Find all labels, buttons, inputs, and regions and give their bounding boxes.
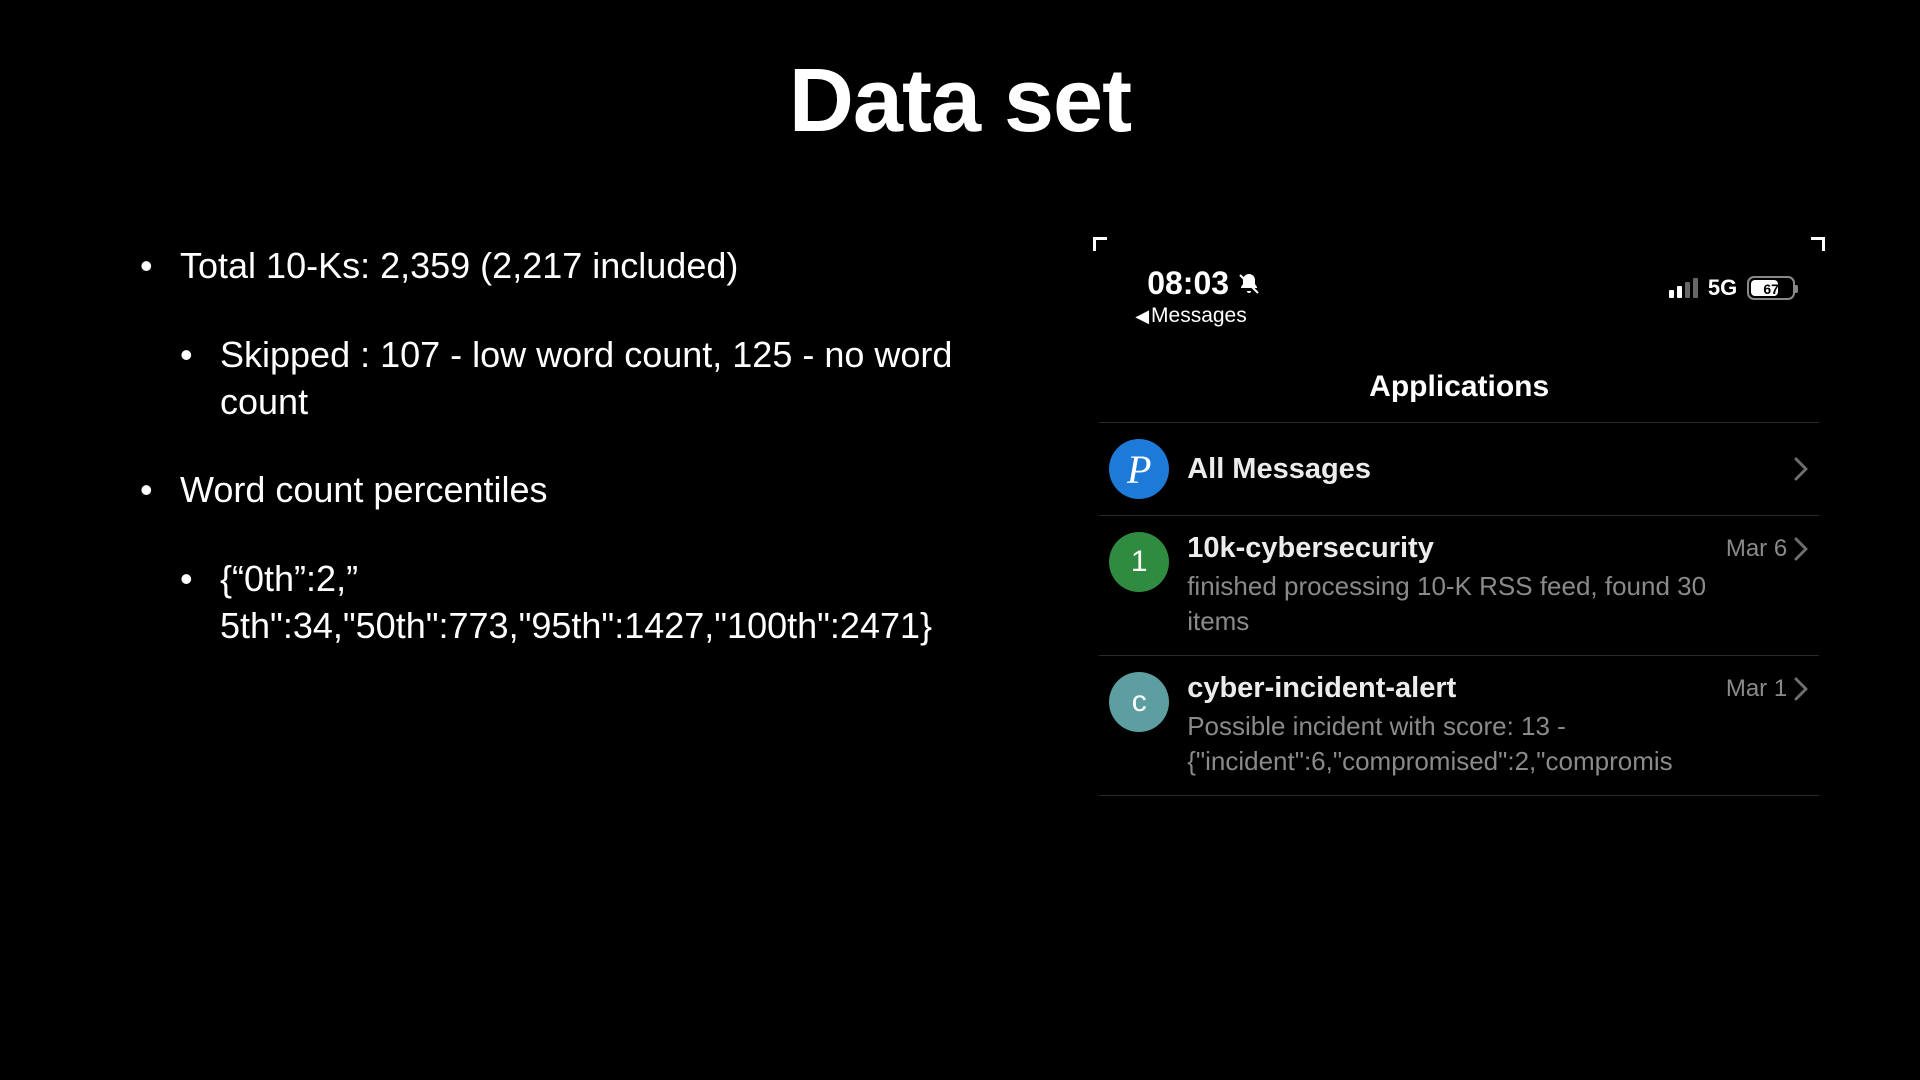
avatar: c <box>1109 672 1169 732</box>
row-body: All Messages <box>1187 453 1809 486</box>
slide: Data set Total 10-Ks: 2,359 (2,217 inclu… <box>0 0 1920 1080</box>
crop-corner <box>1093 237 1107 251</box>
row-date: Mar 6 <box>1726 535 1787 563</box>
chevron-right-icon <box>1793 536 1809 562</box>
left-column: Total 10-Ks: 2,359 (2,217 included) Skip… <box>0 243 998 796</box>
bullet-item: Word count percentiles {“0th”:2,” 5th":3… <box>140 467 958 649</box>
list-item-all-messages[interactable]: P All Messages <box>1099 423 1819 515</box>
row-title: cyber-incident-alert <box>1187 672 1456 705</box>
phone-screenshot: 08:03 ◀ Messages 5G <box>1099 243 1819 796</box>
row-subtitle: Possible incident with score: 13 - {"inc… <box>1187 709 1767 779</box>
row-meta <box>1793 456 1809 482</box>
slide-title: Data set <box>0 0 1920 153</box>
list-item[interactable]: 1 10k-cybersecurity Mar 6 finished pro <box>1099 516 1819 655</box>
row-subtitle: finished processing 10-K RSS feed, found… <box>1187 569 1767 639</box>
bullet-sublist: {“0th”:2,” 5th":34,"50th":773,"95th":142… <box>180 556 958 650</box>
back-triangle-icon: ◀ <box>1135 306 1149 327</box>
bullet-text: Word count percentiles <box>180 469 548 510</box>
content-area: Total 10-Ks: 2,359 (2,217 included) Skip… <box>0 243 1920 796</box>
status-left: 08:03 ◀ Messages <box>1147 265 1261 328</box>
row-date: Mar 1 <box>1726 675 1787 703</box>
bullet-text: {“0th”:2,” 5th":34,"50th":773,"95th":142… <box>220 558 932 646</box>
right-column: 08:03 ◀ Messages 5G <box>998 243 1920 796</box>
row-body: cyber-incident-alert Mar 1 Possible inci… <box>1187 672 1809 779</box>
chevron-right-icon <box>1793 456 1809 482</box>
row-meta: Mar 6 <box>1726 535 1809 563</box>
back-to-messages[interactable]: ◀ Messages <box>1135 304 1261 328</box>
row-title: 10k-cybersecurity <box>1187 532 1434 565</box>
row-head: All Messages <box>1187 453 1809 486</box>
app-header: Applications <box>1099 370 1819 404</box>
bullet-text: Skipped : 107 - low word count, 125 - no… <box>220 334 952 422</box>
bell-off-icon <box>1237 272 1261 296</box>
battery-icon: 67 <box>1747 276 1795 300</box>
bullet-text: Total 10-Ks: 2,359 (2,217 included) <box>180 245 738 286</box>
divider <box>1099 795 1819 796</box>
bullet-subitem: Skipped : 107 - low word count, 125 - no… <box>180 332 958 426</box>
row-meta: Mar 1 <box>1726 675 1809 703</box>
bullet-subitem: {“0th”:2,” 5th":34,"50th":773,"95th":142… <box>180 556 958 650</box>
bullet-sublist: Skipped : 107 - low word count, 125 - no… <box>180 332 958 426</box>
row-title: All Messages <box>1187 453 1371 486</box>
signal-icon <box>1669 278 1698 298</box>
network-label: 5G <box>1708 275 1737 301</box>
row-head: cyber-incident-alert Mar 1 <box>1187 672 1809 705</box>
avatar: 1 <box>1109 532 1169 592</box>
chevron-right-icon <box>1793 676 1809 702</box>
status-bar: 08:03 ◀ Messages 5G <box>1099 243 1819 332</box>
crop-corner <box>1811 237 1825 251</box>
list-item[interactable]: c cyber-incident-alert Mar 1 Possible <box>1099 656 1819 795</box>
bullet-list: Total 10-Ks: 2,359 (2,217 included) Skip… <box>140 243 958 650</box>
status-time-row: 08:03 <box>1147 265 1261 302</box>
status-right: 5G 67 <box>1669 265 1795 301</box>
bullet-item: Total 10-Ks: 2,359 (2,217 included) Skip… <box>140 243 958 425</box>
battery-text: 67 <box>1749 281 1793 297</box>
back-label: Messages <box>1151 304 1247 328</box>
avatar: P <box>1109 439 1169 499</box>
row-head: 10k-cybersecurity Mar 6 <box>1187 532 1809 565</box>
status-time: 08:03 <box>1147 265 1229 302</box>
row-body: 10k-cybersecurity Mar 6 finished process… <box>1187 532 1809 639</box>
